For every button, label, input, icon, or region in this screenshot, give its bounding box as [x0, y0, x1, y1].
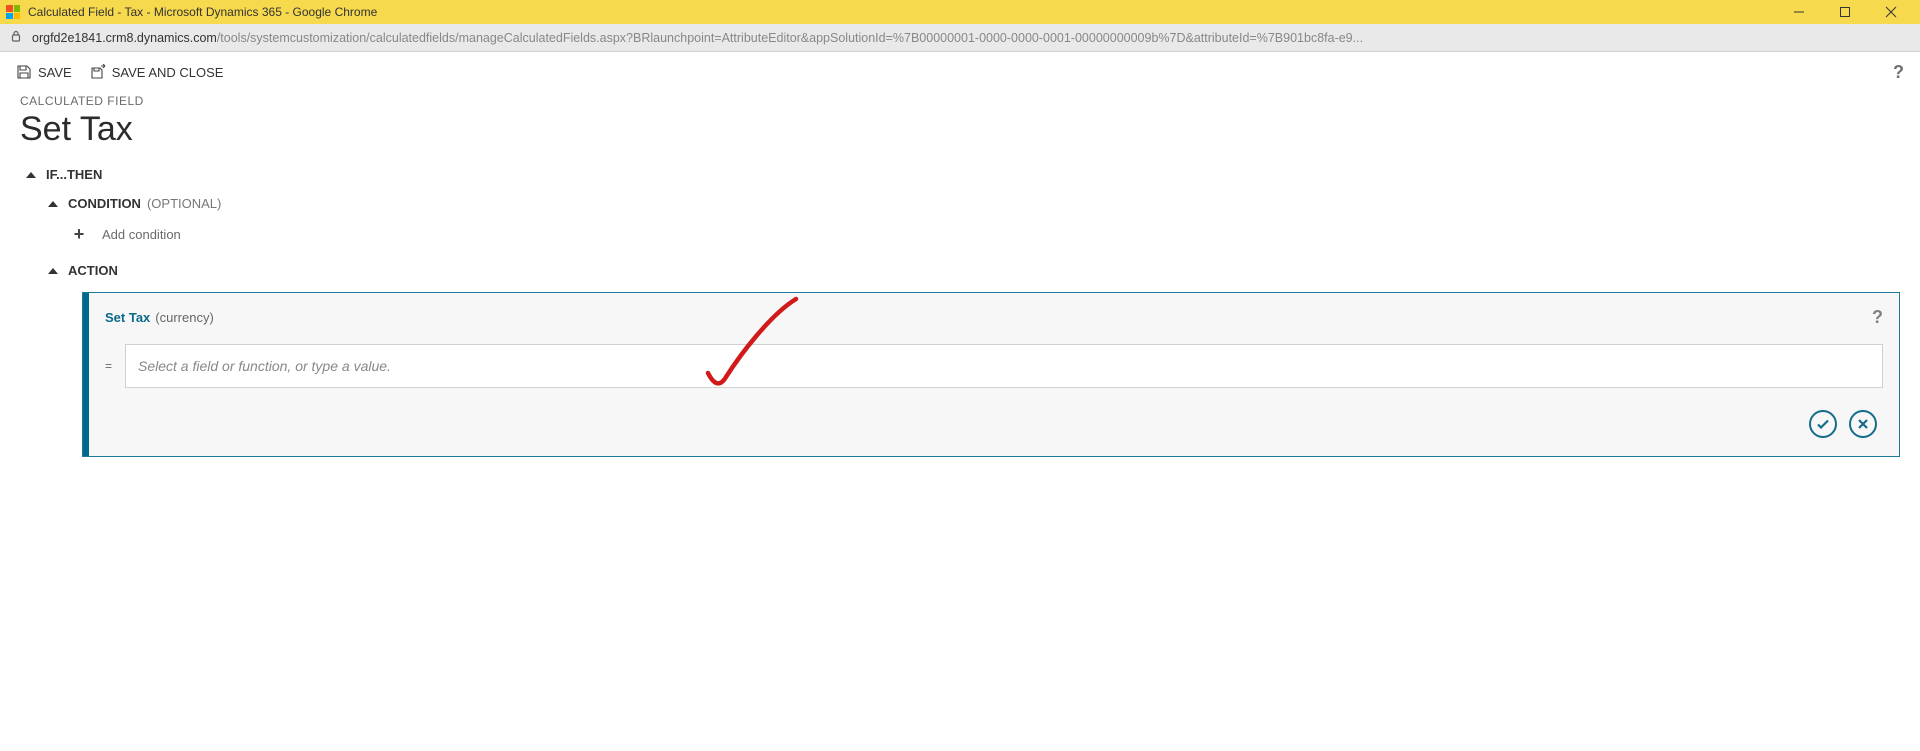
confirm-button[interactable] [1809, 410, 1837, 438]
save-icon [16, 64, 32, 80]
entity-type-label: CALCULATED FIELD [20, 94, 1900, 108]
save-and-close-button[interactable]: SAVE AND CLOSE [90, 64, 224, 80]
condition-header[interactable]: CONDITION (OPTIONAL) [48, 196, 1900, 211]
formula-row: = [105, 344, 1883, 388]
formula-input[interactable] [125, 344, 1883, 388]
page-content: CALCULATED FIELD Set Tax IF...THEN CONDI… [0, 92, 1920, 491]
page-title: Set Tax [20, 110, 1900, 149]
cancel-button[interactable] [1849, 410, 1877, 438]
add-condition-label: Add condition [102, 227, 181, 242]
collapse-caret-icon [26, 172, 36, 178]
save-button[interactable]: SAVE [16, 64, 72, 80]
dynamics-app-icon [6, 5, 20, 19]
set-field-type: (currency) [155, 310, 214, 325]
action-label: ACTION [68, 263, 118, 278]
help-button[interactable]: ? [1893, 62, 1904, 83]
plus-icon: + [70, 225, 88, 243]
save-close-icon [90, 64, 106, 80]
address-path: /tools/systemcustomization/calculatedfie… [217, 31, 1363, 45]
window-title: Calculated Field - Tax - Microsoft Dynam… [28, 5, 1776, 19]
minimize-button[interactable] [1776, 0, 1822, 24]
action-footer [99, 410, 1883, 438]
window-controls [1776, 0, 1914, 24]
maximize-button[interactable] [1822, 0, 1868, 24]
set-field-name: Set Tax [105, 310, 150, 325]
x-icon [1856, 417, 1870, 431]
collapse-caret-icon [48, 268, 58, 274]
condition-label: CONDITION [68, 196, 141, 211]
close-button[interactable] [1868, 0, 1914, 24]
action-editor-panel: Set Tax (currency) ? = [82, 292, 1900, 457]
check-icon [1815, 416, 1831, 432]
condition-optional-label: (OPTIONAL) [147, 196, 221, 211]
window-title-bar: Calculated Field - Tax - Microsoft Dynam… [0, 0, 1920, 24]
action-header[interactable]: ACTION [48, 263, 1900, 278]
equals-sign: = [105, 359, 115, 373]
if-then-header[interactable]: IF...THEN [26, 167, 1900, 182]
collapse-caret-icon [48, 201, 58, 207]
save-label: SAVE [38, 65, 72, 80]
address-host: orgfd2e1841.crm8.dynamics.com [32, 31, 217, 45]
lock-icon [10, 30, 24, 45]
add-condition-button[interactable]: + Add condition [70, 225, 1900, 243]
action-title-row: Set Tax (currency) ? [105, 307, 1883, 328]
browser-address-bar[interactable]: orgfd2e1841.crm8.dynamics.com /tools/sys… [0, 24, 1920, 52]
save-close-label: SAVE AND CLOSE [112, 65, 224, 80]
if-then-label: IF...THEN [46, 167, 102, 182]
command-bar: SAVE SAVE AND CLOSE ? [0, 52, 1920, 92]
action-help-button[interactable]: ? [1872, 307, 1883, 328]
